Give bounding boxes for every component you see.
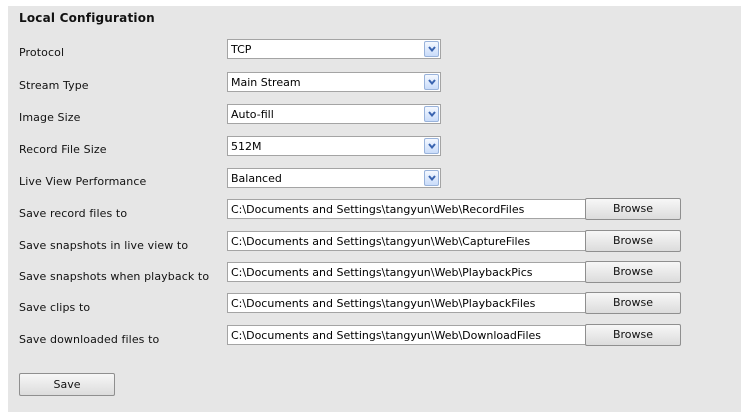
page-title: Local Configuration bbox=[19, 11, 155, 25]
chevron-down-icon[interactable] bbox=[424, 170, 439, 186]
save-button[interactable]: Save bbox=[19, 373, 115, 396]
snapshot-path-value: C:\Documents and Settings\tangyun\Web\Ca… bbox=[231, 235, 531, 248]
clips-path-field[interactable]: C:\Documents and Settings\tangyun\Web\Pl… bbox=[227, 293, 586, 313]
chevron-down-icon[interactable] bbox=[424, 74, 439, 90]
browse-record-button[interactable]: Browse bbox=[585, 198, 681, 220]
download-path-label: Save downloaded files to bbox=[19, 333, 160, 346]
record-file-size-label: Record File Size bbox=[19, 143, 107, 156]
record-path-label: Save record files to bbox=[19, 207, 128, 220]
local-configuration-panel: Local Configuration Protocol TCP Stream … bbox=[8, 6, 741, 412]
download-path-value: C:\Documents and Settings\tangyun\Web\Do… bbox=[231, 329, 541, 342]
record-file-size-select[interactable]: 512M bbox=[227, 136, 441, 156]
record-file-size-value: 512M bbox=[231, 140, 262, 153]
stream-type-select[interactable]: Main Stream bbox=[227, 72, 441, 92]
clips-path-value: C:\Documents and Settings\tangyun\Web\Pl… bbox=[231, 297, 536, 310]
snapshot-path-label: Save snapshots in live view to bbox=[19, 239, 189, 252]
playback-snapshot-path-label: Save snapshots when playback to bbox=[19, 270, 210, 283]
chevron-down-icon[interactable] bbox=[424, 138, 439, 154]
image-size-select[interactable]: Auto-fill bbox=[227, 104, 441, 124]
protocol-label: Protocol bbox=[19, 46, 65, 59]
browse-snapshot-button[interactable]: Browse bbox=[585, 230, 681, 252]
browse-playback-snapshot-button[interactable]: Browse bbox=[585, 261, 681, 283]
image-size-value: Auto-fill bbox=[231, 108, 274, 121]
browse-clips-button[interactable]: Browse bbox=[585, 292, 681, 314]
protocol-value: TCP bbox=[231, 43, 252, 56]
stream-type-label: Stream Type bbox=[19, 79, 89, 92]
stream-type-value: Main Stream bbox=[231, 76, 301, 89]
browse-download-button[interactable]: Browse bbox=[585, 324, 681, 346]
playback-snapshot-path-field[interactable]: C:\Documents and Settings\tangyun\Web\Pl… bbox=[227, 262, 586, 282]
chevron-down-icon[interactable] bbox=[424, 41, 439, 57]
chevron-down-icon[interactable] bbox=[424, 106, 439, 122]
clips-path-label: Save clips to bbox=[19, 301, 91, 314]
live-view-performance-label: Live View Performance bbox=[19, 175, 147, 188]
live-view-performance-select[interactable]: Balanced bbox=[227, 168, 441, 188]
download-path-field[interactable]: C:\Documents and Settings\tangyun\Web\Do… bbox=[227, 325, 586, 345]
record-path-field[interactable]: C:\Documents and Settings\tangyun\Web\Re… bbox=[227, 199, 586, 219]
image-size-label: Image Size bbox=[19, 111, 81, 124]
live-view-performance-value: Balanced bbox=[231, 172, 282, 185]
playback-snapshot-path-value: C:\Documents and Settings\tangyun\Web\Pl… bbox=[231, 266, 533, 279]
record-path-value: C:\Documents and Settings\tangyun\Web\Re… bbox=[231, 203, 525, 216]
protocol-select[interactable]: TCP bbox=[227, 39, 441, 59]
snapshot-path-field[interactable]: C:\Documents and Settings\tangyun\Web\Ca… bbox=[227, 231, 586, 251]
